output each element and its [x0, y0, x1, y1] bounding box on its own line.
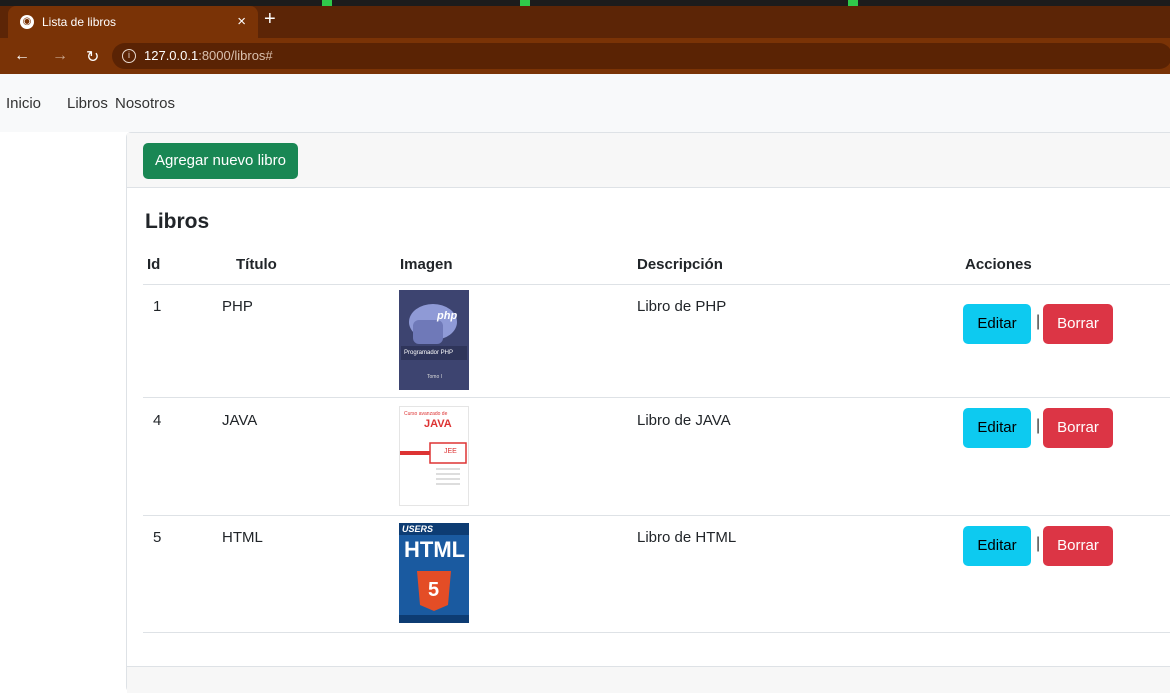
row-divider — [143, 515, 1170, 516]
cover-line: Tomo I — [427, 374, 443, 380]
url-text: 127.0.0.1:8000/libros# — [144, 48, 273, 63]
header-descripcion: Descripción — [637, 256, 723, 273]
url-path: :8000/libros# — [198, 48, 273, 63]
row-1-id: 1 — [153, 298, 162, 315]
html-book-cover: USERS HTML 5 — [399, 523, 469, 623]
row-3-id: 5 — [153, 529, 162, 546]
cover-line: 5 — [428, 579, 440, 601]
card-footer — [127, 666, 1170, 693]
action-separator: | — [1036, 417, 1041, 434]
delete-button[interactable]: Borrar — [1043, 304, 1113, 344]
row-2-descripcion: Libro de JAVA — [637, 412, 731, 429]
row-divider — [143, 397, 1170, 398]
nav-link-libros[interactable]: Libros — [67, 95, 108, 112]
header-titulo: Título — [236, 256, 277, 273]
header-acciones: Acciones — [965, 256, 1032, 273]
back-arrow-icon[interactable]: ← — [14, 47, 30, 65]
nav-link-inicio[interactable]: Inicio — [6, 95, 41, 112]
java-book-cover: Curso avanzado de JAVA JEE — [399, 406, 469, 506]
header-divider — [143, 284, 1170, 285]
address-toolbar: ← → ↻ i 127.0.0.1:8000/libros# — [0, 38, 1170, 74]
strip-mark — [520, 0, 530, 6]
row-3-titulo: HTML — [222, 529, 263, 546]
close-tab-icon[interactable]: × — [237, 13, 246, 30]
java-cover-art — [400, 442, 467, 485]
tab-title: Lista de libros — [42, 15, 117, 29]
url-host: 127.0.0.1 — [144, 48, 199, 63]
add-book-button[interactable]: Agregar nuevo libro — [143, 143, 298, 179]
navbar: Inicio Libros Nosotros — [0, 74, 1170, 132]
header-imagen: Imagen — [400, 256, 453, 273]
php-book-cover: php Programador PHP Tomo I — [399, 290, 469, 390]
cover-line: JEE — [444, 448, 457, 455]
delete-button[interactable]: Borrar — [1043, 408, 1113, 448]
info-icon[interactable]: i — [122, 49, 136, 63]
edit-button[interactable]: Editar — [963, 304, 1031, 344]
delete-button[interactable]: Borrar — [1043, 526, 1113, 566]
row-1-descripcion: Libro de PHP — [637, 298, 727, 315]
address-bar[interactable]: i 127.0.0.1:8000/libros# — [112, 43, 1170, 69]
card-header: Agregar nuevo libro — [127, 133, 1170, 188]
new-tab-icon[interactable]: + — [264, 9, 276, 29]
nav-link-nosotros[interactable]: Nosotros — [115, 95, 175, 112]
action-separator: | — [1036, 535, 1041, 552]
cover-line: HTML — [404, 537, 466, 562]
books-card: Agregar nuevo libro Libros Id Título Ima… — [126, 132, 1170, 693]
row-3-descripcion: Libro de HTML — [637, 529, 737, 546]
cover-brand: php — [437, 310, 458, 322]
cover-brand: USERS — [402, 524, 434, 534]
browser-tab-strip: ◉ Lista de libros × + — [0, 0, 1170, 38]
row-1-titulo: PHP — [222, 298, 253, 315]
globe-icon: ◉ — [20, 15, 34, 29]
row-2-id: 4 — [153, 412, 162, 429]
row-divider — [143, 632, 1170, 633]
action-separator: | — [1036, 313, 1041, 330]
card-title: Libros — [145, 210, 210, 233]
reload-icon[interactable]: ↻ — [86, 47, 99, 67]
edit-button[interactable]: Editar — [963, 526, 1031, 566]
row-2-titulo: JAVA — [222, 412, 258, 429]
strip-mark — [848, 0, 858, 6]
edit-button[interactable]: Editar — [963, 408, 1031, 448]
page: Inicio Libros Nosotros Agregar nuevo lib… — [0, 74, 1170, 693]
cover-line: Programador PHP — [404, 350, 454, 356]
browser-tab[interactable]: ◉ Lista de libros × — [8, 6, 258, 38]
strip-mark — [322, 0, 332, 6]
header-id: Id — [147, 256, 161, 273]
forward-arrow-icon[interactable]: → — [52, 47, 68, 65]
